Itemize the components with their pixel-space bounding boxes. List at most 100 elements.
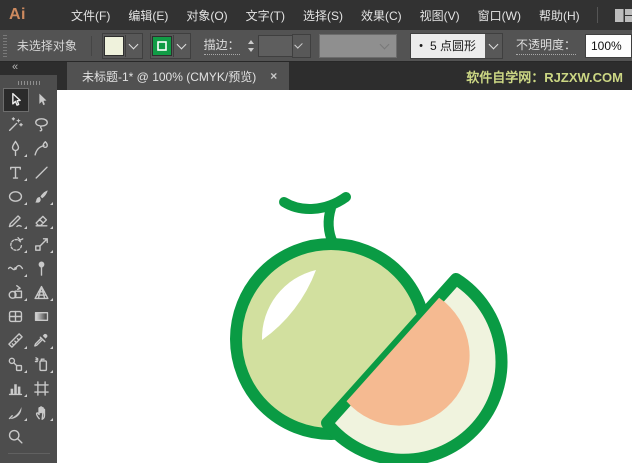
column-graph-tool[interactable] xyxy=(3,376,29,400)
chevron-down-icon xyxy=(295,40,303,48)
artboard-tool[interactable] xyxy=(29,376,55,400)
document-tab-title: 未标题-1* @ 100% (CMYK/预览) xyxy=(82,68,256,85)
close-icon[interactable]: × xyxy=(270,69,277,83)
selection-status: 未选择对象 xyxy=(17,37,77,54)
rotate-icon xyxy=(7,236,24,253)
chevron-down-icon xyxy=(177,40,187,50)
type-icon xyxy=(7,164,24,181)
menu-item-help[interactable]: 帮助(H) xyxy=(530,7,589,24)
menu-item-file[interactable]: 文件(F) xyxy=(62,7,119,24)
width-tool[interactable] xyxy=(3,256,29,280)
eyedropper-icon xyxy=(33,332,50,349)
stroke-swatch[interactable] xyxy=(152,36,172,56)
mesh-tool[interactable] xyxy=(3,304,29,328)
blend-tool[interactable] xyxy=(3,352,29,376)
brush-definition-field[interactable]: • 5 点圆形 xyxy=(411,34,485,58)
opacity-label[interactable]: 不透明度： xyxy=(516,36,576,55)
step-down-icon xyxy=(248,48,254,52)
step-up-icon xyxy=(248,40,254,44)
artboard-canvas[interactable] xyxy=(57,90,632,463)
menu-item-type[interactable]: 文字(T) xyxy=(237,7,294,24)
document-tab-bar: 未标题-1* @ 100% (CMYK/预览) × 软件自学网：RJZXW.CO… xyxy=(57,62,632,90)
line-segment-tool[interactable] xyxy=(29,160,55,184)
bar-chart-icon xyxy=(7,380,24,397)
gradient-tool[interactable] xyxy=(29,304,55,328)
panel-grip[interactable] xyxy=(3,35,7,57)
ellipse-tool[interactable] xyxy=(3,184,29,208)
lasso-tool[interactable] xyxy=(29,112,55,136)
paintbrush-icon xyxy=(33,188,50,205)
scale-tool[interactable] xyxy=(29,232,55,256)
stroke-weight-label[interactable]: 描边： xyxy=(204,36,240,55)
puppet-warp-tool[interactable] xyxy=(29,256,55,280)
magic-wand-tool[interactable] xyxy=(3,112,29,136)
symbol-sprayer-tool[interactable] xyxy=(29,352,55,376)
shaper-tool[interactable] xyxy=(3,208,29,232)
brush-name: 5 点圆形 xyxy=(430,37,476,54)
stroke-weight-stepper[interactable] xyxy=(248,40,254,52)
stroke-color-control xyxy=(150,33,191,59)
control-divider xyxy=(91,36,92,56)
magnifier-icon xyxy=(7,428,24,445)
workspace-switcher-icon[interactable] xyxy=(615,9,632,22)
hand-tool[interactable] xyxy=(29,400,55,424)
stroke-weight-input[interactable] xyxy=(258,35,293,57)
perspective-grid-icon xyxy=(33,284,50,301)
line-icon xyxy=(33,164,50,181)
menu-item-object[interactable]: 对象(O) xyxy=(177,7,236,24)
menu-divider xyxy=(597,7,598,23)
rotate-tool[interactable] xyxy=(3,232,29,256)
melon-artwork[interactable] xyxy=(57,90,632,463)
collapse-panel-button[interactable]: « xyxy=(0,62,57,75)
ellipse-icon xyxy=(7,188,24,205)
ruler-icon xyxy=(7,332,24,349)
watermark-text: 软件自学网：RJZXW.COM xyxy=(466,67,632,86)
curvature-tool[interactable] xyxy=(29,136,55,160)
width-icon xyxy=(7,260,24,277)
menu-bar: Ai 文件(F) 编辑(E) 对象(O) 文字(T) 选择(S) 效果(C) 视… xyxy=(0,0,632,30)
chevron-down-icon xyxy=(489,40,499,50)
opacity-input[interactable]: 100% xyxy=(585,34,632,58)
fill-dropdown-button[interactable] xyxy=(125,35,142,57)
menu-item-view[interactable]: 视图(V) xyxy=(411,7,469,24)
perspective-grid-tool[interactable] xyxy=(29,280,55,304)
slice-tool[interactable] xyxy=(3,400,29,424)
shape-builder-tool[interactable] xyxy=(3,280,29,304)
zoom-tool[interactable] xyxy=(3,424,29,448)
tools-panel: « xyxy=(0,62,57,463)
mesh-icon xyxy=(7,308,24,325)
menu-item-window[interactable]: 窗口(W) xyxy=(469,7,530,24)
paintbrush-tool[interactable] xyxy=(29,184,55,208)
tool-grid xyxy=(0,88,57,448)
chevron-down-icon xyxy=(129,40,139,50)
stroke-weight-dropdown-button[interactable] xyxy=(292,34,311,58)
document-tab[interactable]: 未标题-1* @ 100% (CMYK/预览) × xyxy=(67,62,289,90)
illustrator-window: Ai 文件(F) 编辑(E) 对象(O) 文字(T) 选择(S) 效果(C) 视… xyxy=(0,0,632,463)
blend-icon xyxy=(7,356,24,373)
control-bar: 未选择对象 描边： • 5 点圆形 xyxy=(0,30,632,62)
pin-icon xyxy=(33,260,50,277)
fill-swatch[interactable] xyxy=(104,36,124,56)
selection-tool[interactable] xyxy=(3,88,29,112)
variable-width-profile-select[interactable] xyxy=(319,34,397,58)
measure-tool[interactable] xyxy=(3,328,29,352)
scale-icon xyxy=(33,236,50,253)
spray-can-icon xyxy=(33,356,50,373)
menu-item-select[interactable]: 选择(S) xyxy=(294,7,352,24)
pen-tool[interactable] xyxy=(3,136,29,160)
eraser-tool[interactable] xyxy=(29,208,55,232)
brush-definition-control: • 5 点圆形 xyxy=(410,33,503,59)
direct-selection-tool[interactable] xyxy=(29,88,55,112)
curvature-pen-icon xyxy=(33,140,50,157)
menu-item-edit[interactable]: 编辑(E) xyxy=(119,7,177,24)
tool-divider xyxy=(8,453,50,454)
pen-icon xyxy=(7,140,24,157)
menu-item-effect[interactable]: 效果(C) xyxy=(352,7,411,24)
type-tool[interactable] xyxy=(3,160,29,184)
stroke-dropdown-button[interactable] xyxy=(173,35,190,57)
fill-color-control xyxy=(102,33,143,59)
brush-dropdown-button[interactable] xyxy=(485,34,502,58)
melon-stem xyxy=(329,208,333,243)
eyedropper-tool[interactable] xyxy=(29,328,55,352)
panel-grip[interactable] xyxy=(18,81,40,85)
